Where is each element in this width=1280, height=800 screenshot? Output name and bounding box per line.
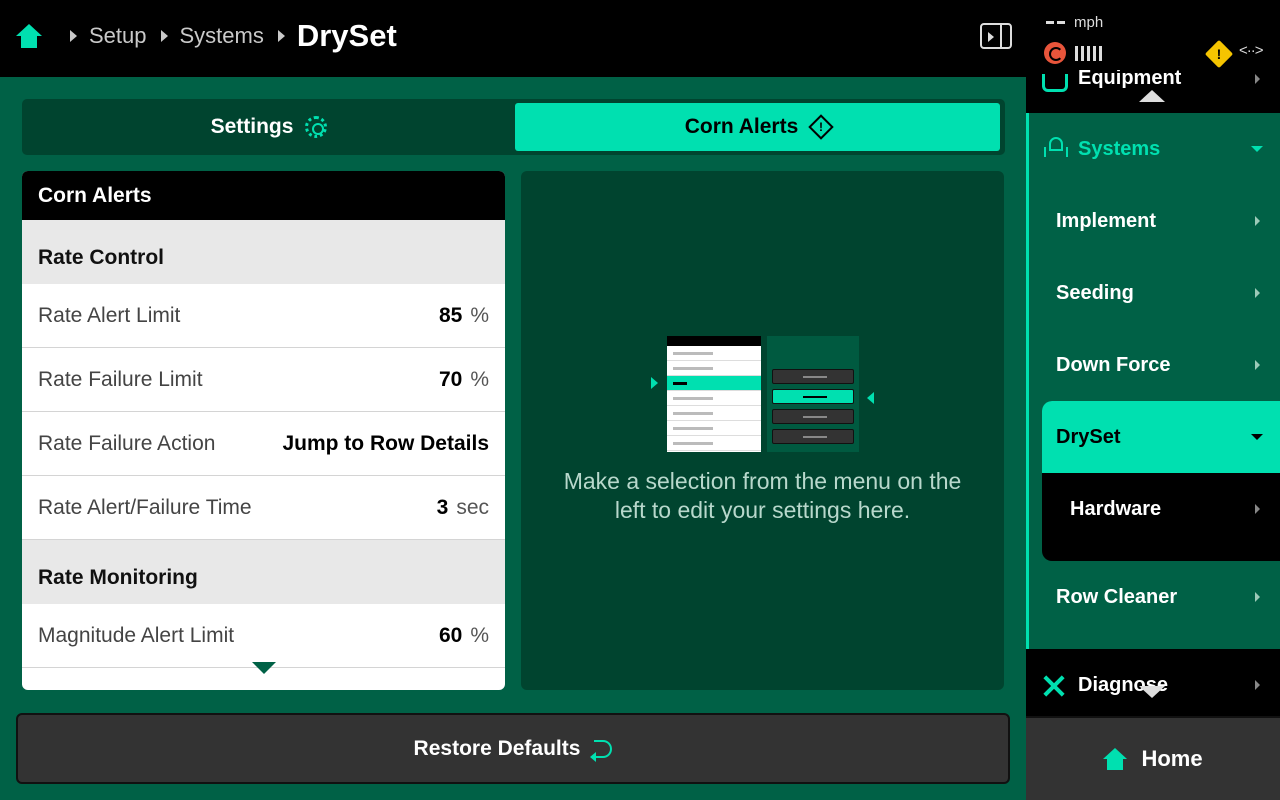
- row-label: Rate Alert/Failure Time: [38, 495, 252, 519]
- sidebar-item-dryset[interactable]: DrySet: [1042, 401, 1280, 473]
- sidebar-item-label: Implement: [1056, 210, 1157, 232]
- row-unit: %: [470, 303, 489, 327]
- alert-diamond-icon: [808, 114, 835, 140]
- sidebar-item-label: DrySet: [1056, 426, 1121, 448]
- detail-panel: Make a selection from the menu on the le…: [521, 171, 1004, 690]
- sidebar-item-label: Equipment: [1078, 67, 1182, 89]
- status-bar: mph: [1026, 0, 1280, 70]
- tab-bar: Settings Corn Alerts: [22, 99, 1005, 155]
- dryset-group: DrySet Hardware: [1042, 401, 1280, 561]
- page-title: DrySet: [296, 18, 397, 53]
- signal-icon: [1075, 46, 1102, 61]
- scroll-down-icon[interactable]: [1139, 686, 1165, 698]
- chevron-right-icon: [1255, 360, 1260, 370]
- chevron-right-icon: [1255, 592, 1260, 602]
- chevron-right-icon: [1255, 680, 1260, 690]
- restore-defaults-button[interactable]: Restore Defaults: [16, 713, 1010, 784]
- list-item[interactable]: Rate Alert Limit 85%: [22, 284, 505, 348]
- breadcrumb-separator: [160, 30, 168, 42]
- row-value: 60: [438, 623, 463, 647]
- row-unit: %: [470, 623, 489, 647]
- undo-icon: [590, 739, 613, 762]
- sidebar-item-equipment[interactable]: Equipment: [1026, 67, 1280, 110]
- row-value: 85: [438, 303, 463, 327]
- sidebar-item-implement[interactable]: Implement: [1029, 185, 1280, 257]
- systems-group: Systems Implement Seeding Down Force Dry…: [1026, 113, 1280, 649]
- home-icon[interactable]: [16, 23, 42, 49]
- home-icon: [1103, 748, 1128, 770]
- sidebar-item-hardware[interactable]: Hardware: [1042, 473, 1280, 545]
- chevron-right-icon: [1255, 288, 1260, 298]
- sidebar-item-seeding[interactable]: Seeding: [1029, 257, 1280, 329]
- gps-icon[interactable]: [1044, 42, 1066, 64]
- tab-settings-label: Settings: [210, 115, 294, 138]
- chevron-down-icon: [1251, 146, 1263, 152]
- sidebar-item-systems[interactable]: Systems: [1029, 113, 1280, 185]
- breadcrumb-systems[interactable]: Systems: [180, 23, 264, 49]
- tab-corn-alerts[interactable]: Corn Alerts: [515, 103, 1000, 151]
- chevron-right-icon: [1255, 504, 1260, 514]
- scroll-down-icon[interactable]: [252, 662, 276, 674]
- sidebar-item-row-cleaner[interactable]: Row Cleaner: [1029, 561, 1280, 633]
- breadcrumb-separator: [277, 30, 285, 42]
- connection-icon[interactable]: <··>: [1239, 42, 1263, 59]
- tractor-icon: [1042, 74, 1068, 92]
- breadcrumb-separator: [70, 30, 77, 42]
- panel-toggle-icon[interactable]: [980, 23, 1012, 49]
- wrench-icon: [1042, 674, 1066, 698]
- chevron-down-icon: [1251, 434, 1263, 440]
- detail-placeholder-text: Make a selection from the menu on the le…: [563, 468, 962, 523]
- row-value: 3: [436, 495, 449, 519]
- row-label: Rate Failure Action: [38, 431, 216, 455]
- sidebar: Equipment Systems Implement Seeding Down…: [1026, 67, 1280, 800]
- speed-unit: mph: [1074, 14, 1104, 31]
- home-button[interactable]: Home: [1026, 716, 1280, 800]
- sidebar-item-down-force[interactable]: Down Force: [1029, 329, 1280, 401]
- gear-icon: [305, 116, 328, 138]
- sprinkler-icon: [1042, 135, 1068, 161]
- row-label: Rate Alert Limit: [38, 303, 181, 327]
- list-item[interactable]: Rate Alert/Failure Time 3 sec: [22, 476, 505, 540]
- speed-readout: mph: [1046, 14, 1103, 31]
- chevron-right-icon: [1255, 74, 1260, 84]
- sidebar-item-label: Down Force: [1056, 354, 1171, 376]
- list-item[interactable]: Rate Failure Action Jump to Row Details: [22, 412, 505, 476]
- row-label: Magnitude Alert Limit: [38, 623, 235, 647]
- row-label: Rate Failure Limit: [38, 367, 203, 391]
- sidebar-item-label: Hardware: [1070, 498, 1162, 520]
- chevron-right-icon: [1255, 216, 1260, 226]
- row-value: Jump to Row Details: [282, 431, 489, 455]
- list-title: Corn Alerts: [22, 171, 505, 220]
- row-unit: %: [470, 367, 489, 391]
- tab-corn-alerts-label: Corn Alerts: [684, 115, 799, 138]
- warning-icon[interactable]: [1204, 39, 1234, 69]
- sidebar-item-label: Seeding: [1056, 282, 1134, 304]
- section-header: Rate Monitoring: [22, 540, 505, 604]
- top-bar: Setup Systems DrySet: [0, 0, 1026, 77]
- breadcrumb: Setup Systems DrySet: [16, 0, 397, 72]
- main-content: Settings Corn Alerts Corn Alerts Rate Co…: [0, 77, 1026, 800]
- breadcrumb-setup[interactable]: Setup: [89, 23, 147, 49]
- list-item[interactable]: Rate Failure Limit 70%: [22, 348, 505, 412]
- tab-settings[interactable]: Settings: [26, 103, 512, 151]
- sidebar-item-label: Systems: [1078, 138, 1161, 160]
- sidebar-item-label: Row Cleaner: [1056, 586, 1178, 608]
- home-label: Home: [1141, 746, 1203, 771]
- restore-defaults-label: Restore Defaults: [413, 736, 581, 760]
- scroll-up-icon[interactable]: [1139, 90, 1165, 102]
- selection-illustration: [651, 336, 881, 456]
- list-item[interactable]: Magnitude Alert Limit 60%: [22, 604, 505, 668]
- corn-alerts-list: Corn Alerts Rate Control Rate Alert Limi…: [22, 171, 505, 690]
- row-value: 70: [438, 367, 463, 391]
- section-header: Rate Control: [22, 220, 505, 284]
- row-unit: sec: [456, 495, 489, 519]
